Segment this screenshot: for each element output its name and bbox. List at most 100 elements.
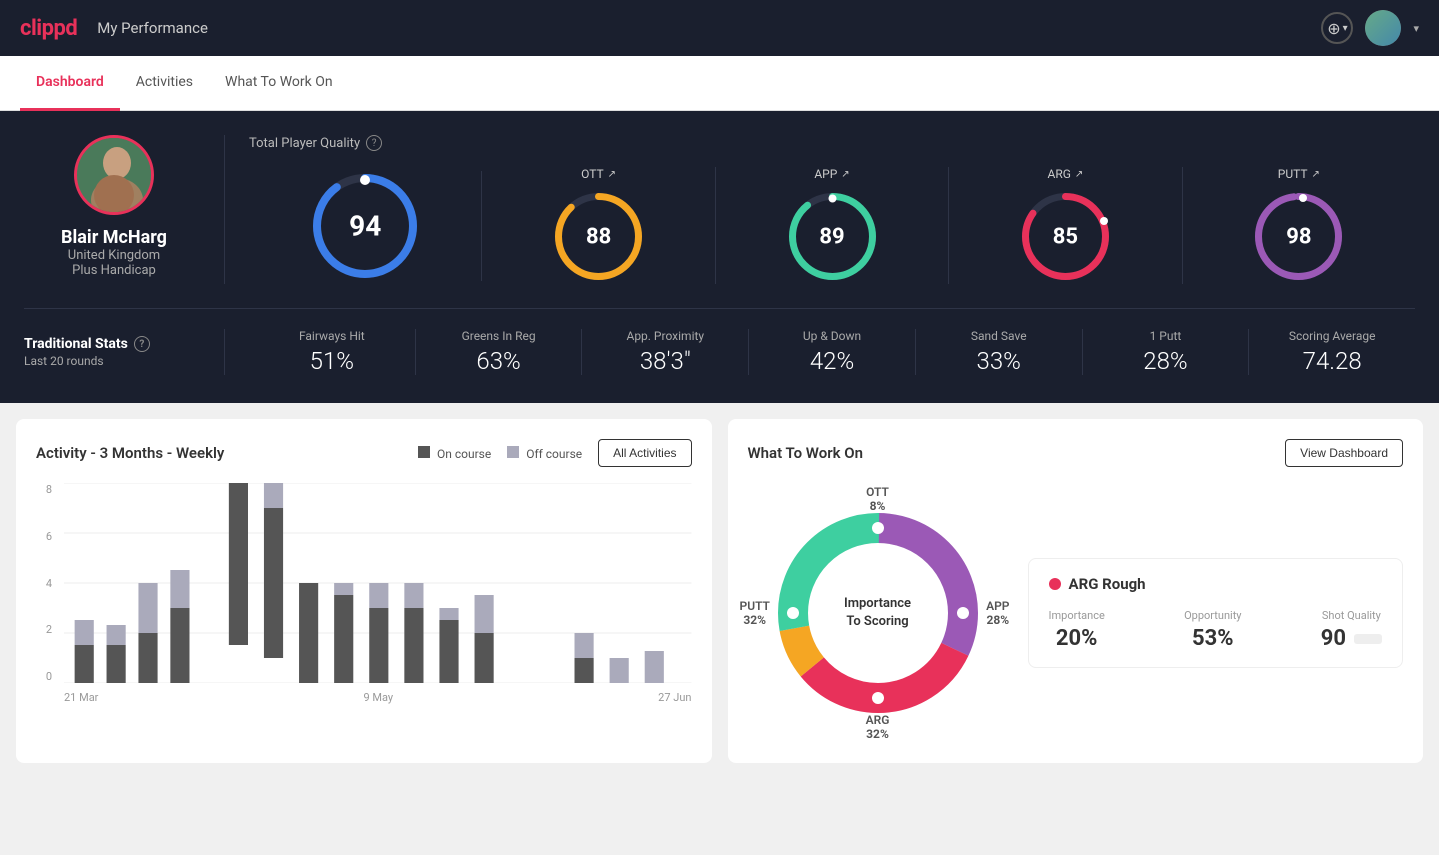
donut-label-ott: OTT 8% [866, 485, 889, 513]
gauge-ott-circle: 88 [551, 189, 646, 284]
stat-greens-in-reg: Greens In Reg 63% [416, 329, 583, 375]
view-dashboard-button[interactable]: View Dashboard [1285, 439, 1403, 467]
tab-activities[interactable]: Activities [120, 56, 209, 111]
bar [475, 595, 494, 633]
bar [369, 608, 388, 683]
bar [404, 608, 423, 683]
bar [575, 633, 594, 658]
plus-icon: ⊕ [1327, 19, 1340, 38]
shot-quality-row: 90 [1321, 626, 1382, 651]
bar [610, 658, 629, 683]
bar [299, 583, 318, 683]
gauge-app-label: APP ↗ [814, 167, 849, 181]
stat-app-proximity: App. Proximity 38'3" [582, 329, 749, 375]
stat-section-title: Traditional Stats ? [24, 336, 204, 352]
arg-arrow-icon: ↗ [1075, 169, 1083, 180]
activity-panel: Activity - 3 Months - Weekly On course O… [16, 419, 712, 763]
hero-top: Blair McHarg United Kingdom Plus Handica… [24, 135, 1415, 309]
quality-label: Total Player Quality ? [249, 135, 1415, 151]
tab-dashboard[interactable]: Dashboard [20, 56, 120, 111]
bar [334, 595, 353, 683]
bar [439, 608, 458, 620]
gauge-arg-circle: 85 [1018, 189, 1113, 284]
bar [264, 483, 283, 508]
gauge-arg-value: 85 [1053, 224, 1078, 249]
wtwo-panel: What To Work On View Dashboard [728, 419, 1424, 763]
stat-subtitle: Last 20 rounds [24, 354, 204, 368]
player-info: Blair McHarg United Kingdom Plus Handica… [24, 135, 224, 278]
stat-scoring-average: Scoring Average 74.28 [1249, 329, 1415, 375]
detail-card: ARG Rough Importance 20% Opportunity 53%… [1028, 558, 1404, 668]
player-country: United Kingdom [68, 248, 160, 263]
detail-metric-opportunity: Opportunity 53% [1184, 609, 1241, 651]
tab-what-to-work-on[interactable]: What To Work On [209, 56, 349, 111]
player-handicap: Plus Handicap [72, 263, 156, 278]
wtwo-header: What To Work On View Dashboard [748, 439, 1404, 467]
app-arrow-icon: ↗ [841, 169, 849, 180]
header-title: My Performance [97, 19, 208, 37]
shot-quality-bar [1354, 634, 1382, 644]
user-avatar-button[interactable] [1365, 10, 1401, 46]
putt-arrow-icon: ↗ [1312, 169, 1320, 180]
nav-tabs: Dashboard Activities What To Work On [0, 56, 1439, 111]
avatar-chevron-icon: ▾ [1413, 22, 1419, 35]
gauge-ott: OTT ↗ 88 [482, 167, 715, 284]
bar [439, 620, 458, 683]
gauge-putt-label: PUTT ↗ [1278, 167, 1320, 181]
on-course-dot [418, 446, 430, 458]
add-button[interactable]: ⊕ ▾ [1321, 12, 1353, 44]
donut-dot [872, 692, 884, 704]
bar [575, 658, 594, 683]
bar [264, 508, 283, 658]
header: clippd My Performance ⊕ ▾ ▾ [0, 0, 1439, 56]
bottom-panels: Activity - 3 Months - Weekly On course O… [0, 403, 1439, 779]
stats-row: Traditional Stats ? Last 20 rounds Fairw… [24, 309, 1415, 375]
bar [475, 633, 494, 683]
stat-1-putt: 1 Putt 28% [1083, 329, 1250, 375]
gauge-app-circle: 89 [785, 189, 880, 284]
detail-metric-importance: Importance 20% [1049, 609, 1105, 651]
gauge-putt: PUTT ↗ 98 [1183, 167, 1415, 284]
player-avatar [74, 135, 154, 215]
bar [75, 620, 94, 645]
detail-metric-shot-quality: Shot Quality 90 [1321, 609, 1382, 651]
gauge-arg: ARG ↗ 85 [949, 167, 1182, 284]
gauge-ott-value: 88 [586, 224, 611, 249]
gauge-app: APP ↗ 89 [716, 167, 949, 284]
bar [170, 570, 189, 608]
avatar [1365, 10, 1401, 46]
gauge-app-value: 89 [819, 224, 844, 249]
bar [404, 583, 423, 608]
chevron-down-icon: ▾ [1343, 23, 1348, 34]
bar [107, 625, 126, 645]
activity-legend: On course Off course [418, 446, 582, 461]
activity-header: Activity - 3 Months - Weekly On course O… [36, 439, 692, 467]
bar [107, 645, 126, 683]
all-activities-button[interactable]: All Activities [598, 439, 691, 467]
stats-grid: Fairways Hit 51% Greens In Reg 63% App. … [224, 329, 1415, 375]
detail-card-title: ARG Rough [1049, 575, 1383, 593]
donut-dot [872, 522, 884, 534]
gauge-total-circle: 94 [310, 171, 420, 281]
bar [369, 583, 388, 608]
header-left: clippd My Performance [20, 16, 208, 41]
bar [138, 633, 157, 683]
wtwo-content: Importance To Scoring OTT 8% APP 28% ARG [748, 483, 1404, 743]
quality-section: Total Player Quality ? 94 [224, 135, 1415, 284]
logo: clippd [20, 16, 77, 41]
quality-info-icon[interactable]: ? [366, 135, 382, 151]
bar [229, 483, 248, 645]
chart-body: 21 Mar 9 May 27 Jun [64, 483, 692, 708]
detail-metrics: Importance 20% Opportunity 53% Shot Qual… [1049, 609, 1383, 651]
donut-center-text: Importance To Scoring [844, 595, 911, 631]
gauge-total: 94 [249, 171, 482, 281]
x-axis-labels: 21 Mar 9 May 27 Jun [64, 687, 692, 708]
bar [138, 583, 157, 633]
stat-fairways-hit: Fairways Hit 51% [249, 329, 416, 375]
stats-info-icon[interactable]: ? [134, 336, 150, 352]
bar [645, 651, 664, 683]
stat-label-section: Traditional Stats ? Last 20 rounds [24, 336, 224, 368]
gauge-putt-circle: 98 [1251, 189, 1346, 284]
avatar-svg [77, 135, 151, 215]
donut-dot [787, 607, 799, 619]
